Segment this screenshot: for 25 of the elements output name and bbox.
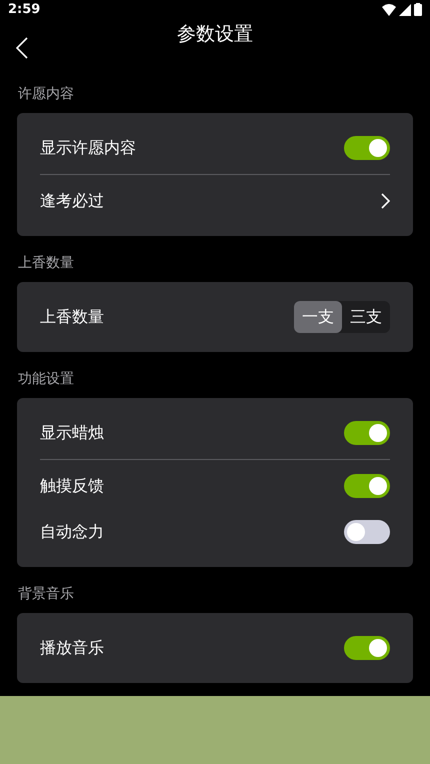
setting-label: 自动念力 <box>40 521 104 543</box>
toggle-switch[interactable] <box>344 421 390 445</box>
setting-label: 逢考必过 <box>40 190 104 212</box>
setting-label: 显示许愿内容 <box>40 137 136 159</box>
toggle-switch[interactable] <box>344 636 390 660</box>
section-title: 上香数量 <box>17 254 75 273</box>
section-title: 功能设置 <box>17 370 75 389</box>
setting-label: 触摸反馈 <box>40 475 104 497</box>
setting-label: 显示蜡烛 <box>40 422 104 444</box>
segment-option[interactable]: 三支 <box>342 301 390 333</box>
battery-icon <box>414 3 422 16</box>
segment-option[interactable]: 一支 <box>294 301 342 333</box>
page-title: 参数设置 <box>177 22 253 46</box>
wifi-icon <box>382 4 396 16</box>
setting-label: 上香数量 <box>40 306 104 328</box>
back-button[interactable] <box>16 36 30 60</box>
toggle-switch[interactable] <box>344 520 390 544</box>
section-title: 背景音乐 <box>17 585 75 604</box>
status-time: 2:59 <box>8 1 40 19</box>
signal-icon <box>399 4 411 16</box>
toggle-switch[interactable] <box>344 474 390 498</box>
chevron-right-icon <box>380 193 390 209</box>
setting-label: 播放音乐 <box>40 637 104 659</box>
section-title: 许愿内容 <box>17 85 75 104</box>
toggle-switch[interactable] <box>344 136 390 160</box>
